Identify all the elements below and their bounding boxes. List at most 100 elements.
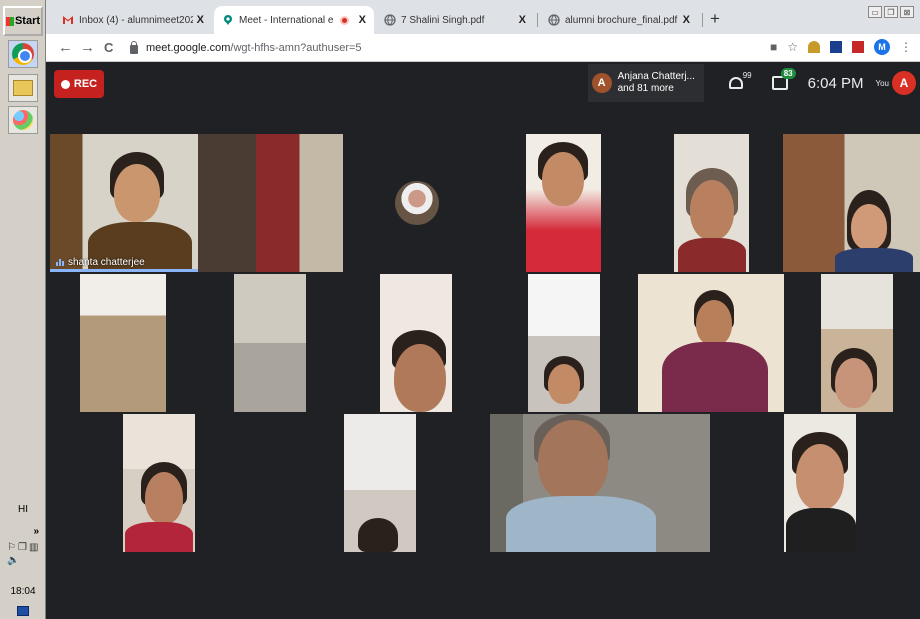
record-dot-icon: [60, 79, 70, 89]
participant-avatar: [395, 181, 439, 225]
video-tile[interactable]: [123, 414, 195, 552]
video-tile[interactable]: [638, 274, 784, 412]
speaker-icon[interactable]: 🔈: [7, 555, 19, 566]
tab-pdf-brochure[interactable]: alumni brochure_final.pdf X: [540, 6, 698, 34]
participant-figure: [835, 358, 873, 408]
participant-figure: [796, 444, 844, 510]
participant-figure: [394, 344, 446, 412]
url-path: /wgt-hfhs-amn?authuser=5: [230, 42, 362, 54]
explorer-quicklaunch[interactable]: [8, 74, 38, 102]
meet-viewport: REC A Anjana Chatterj... and 81 more 99 …: [46, 62, 920, 619]
folder-icon: [13, 80, 33, 96]
lock-icon[interactable]: [130, 40, 138, 54]
speaker-name-tag: shanta chatterjee: [56, 257, 145, 268]
self-view[interactable]: You A: [876, 71, 920, 95]
camera-in-use-icon[interactable]: ■: [770, 40, 777, 54]
video-tile[interactable]: [528, 274, 600, 412]
speaker-name: shanta chatterjee: [68, 257, 145, 268]
meet-icon: [224, 15, 232, 25]
start-button[interactable]: Start: [3, 6, 43, 36]
participant-figure: [696, 300, 732, 346]
maximize-icon[interactable]: ❐: [884, 6, 898, 18]
video-tile-speaker[interactable]: shanta chatterjee: [50, 134, 198, 272]
show-desktop-icon[interactable]: [17, 606, 29, 616]
video-tile[interactable]: [234, 274, 306, 412]
chrome-menu-icon[interactable]: ⋮: [900, 40, 912, 54]
close-tab-icon[interactable]: X: [197, 14, 204, 26]
flag-icon[interactable]: ⚐: [7, 542, 16, 553]
browser-tabstrip: Inbox (4) - alumnimeet2020@vkm.ac X Meet…: [46, 0, 920, 34]
participant-figure: [506, 496, 656, 552]
signal-icon[interactable]: ▥: [29, 542, 38, 553]
participant-figure: [690, 180, 734, 240]
video-tile[interactable]: [784, 414, 856, 552]
presenter-avatar: A: [591, 73, 612, 93]
presenter-text: Anjana Chatterj... and 81 more: [618, 71, 695, 95]
chrome-quicklaunch[interactable]: [8, 40, 38, 68]
browser-toolbar: ← → C meet.google.com/wgt-hfhs-amn?authu…: [46, 34, 920, 62]
tab-gmail[interactable]: Inbox (4) - alumnimeet2020@vkm.ac X: [54, 6, 212, 34]
forward-button[interactable]: →: [80, 39, 95, 56]
close-tab-icon[interactable]: X: [359, 14, 366, 26]
video-tile[interactable]: [783, 134, 920, 272]
participant-figure: [538, 420, 608, 502]
close-window-icon[interactable]: ⊠: [900, 6, 914, 18]
participant-figure: [542, 152, 584, 206]
paint-quicklaunch[interactable]: [8, 106, 38, 134]
presenter-chip[interactable]: A Anjana Chatterj... and 81 more: [587, 64, 704, 102]
meeting-clock: 6:04 PM: [807, 74, 864, 92]
video-tile[interactable]: [490, 414, 710, 552]
recording-badge: REC: [54, 70, 104, 98]
participant-figure: [786, 508, 856, 552]
language-indicator[interactable]: HI: [3, 504, 43, 515]
video-tile[interactable]: [198, 134, 343, 272]
video-tile-avatar[interactable]: [343, 134, 491, 272]
you-label: You: [875, 78, 890, 88]
bookmark-star-icon[interactable]: ☆: [787, 40, 798, 54]
extension-hat-icon[interactable]: [808, 41, 820, 53]
back-button[interactable]: ←: [58, 39, 73, 56]
extension-pdf-icon[interactable]: [852, 41, 864, 53]
copy-icon[interactable]: ❐: [18, 542, 27, 553]
chat-button[interactable]: 83: [758, 68, 802, 90]
address-bar[interactable]: meet.google.com/wgt-hfhs-amn?authuser=5: [130, 38, 730, 58]
minimize-icon[interactable]: ▭: [868, 6, 882, 18]
windows-flag-icon: [5, 16, 14, 26]
tab-title: Inbox (4) - alumnimeet2020@vkm.ac: [79, 14, 193, 26]
participant-figure: [851, 204, 887, 250]
video-tile[interactable]: [380, 274, 452, 412]
audio-level-icon: [56, 259, 64, 266]
tab-meet[interactable]: Meet - International e-Alumni M X: [214, 6, 374, 34]
tab-title: alumni brochure_final.pdf: [565, 14, 678, 26]
gmail-icon: [63, 16, 73, 24]
new-tab-button[interactable]: +: [710, 9, 720, 29]
people-button[interactable]: 99: [714, 71, 758, 89]
people-count: 99: [742, 71, 752, 80]
tray-expand-icon[interactable]: »: [33, 526, 39, 537]
profile-avatar[interactable]: M: [874, 39, 890, 55]
presenter-name: Anjana Chatterj...: [617, 71, 695, 82]
taskbar-clock[interactable]: 18:04: [3, 586, 43, 597]
reload-button[interactable]: C: [104, 40, 113, 55]
tab-pdf-shalini[interactable]: 7 Shalini Singh.pdf X: [376, 6, 534, 34]
video-tile[interactable]: [344, 414, 416, 552]
participant-figure: [662, 342, 768, 412]
toolbar-icons: ■ ☆ M ⋮: [770, 39, 912, 55]
chrome-icon: [12, 43, 34, 65]
self-avatar: A: [892, 71, 916, 95]
tab-title: 7 Shalini Singh.pdf: [401, 14, 485, 26]
participant-figure: [358, 518, 398, 552]
participant-figure: [548, 364, 580, 404]
close-tab-icon[interactable]: X: [683, 14, 690, 26]
extension-document-icon[interactable]: [830, 41, 842, 53]
window-controls: ▭ ❐ ⊠: [868, 6, 914, 18]
video-tile[interactable]: [80, 274, 166, 412]
close-tab-icon[interactable]: X: [519, 14, 526, 26]
video-tile[interactable]: [526, 134, 601, 272]
url-host: meet.google.com: [146, 42, 231, 54]
video-tile[interactable]: [674, 134, 749, 272]
video-tile[interactable]: [821, 274, 893, 412]
start-label: Start: [14, 15, 41, 27]
globe-icon: [384, 14, 396, 26]
presenter-more: and 81 more: [617, 83, 674, 94]
